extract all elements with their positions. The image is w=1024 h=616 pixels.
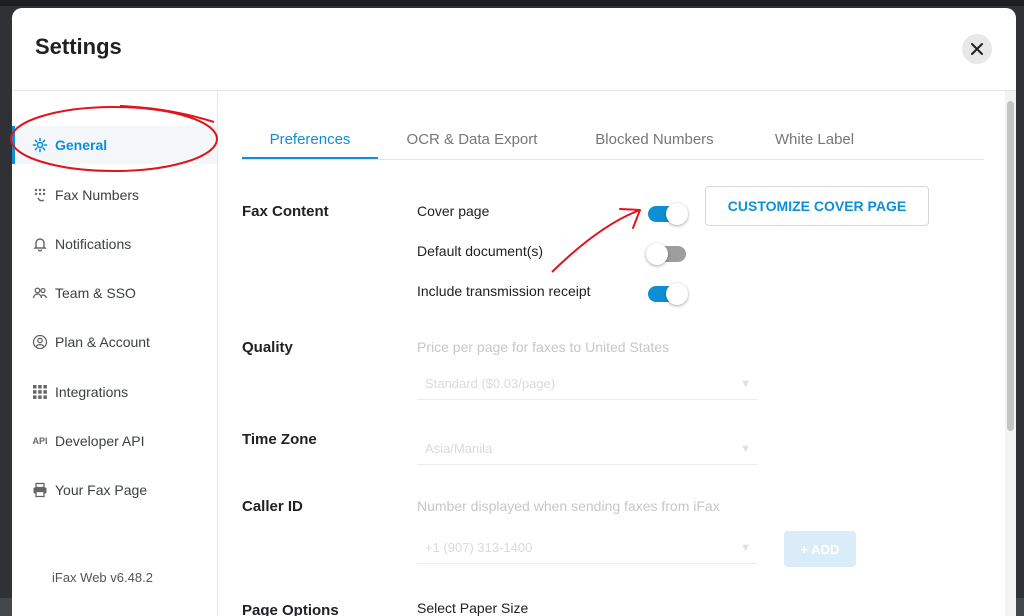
sidebar-item-label: General (55, 137, 108, 153)
toggle-knob (666, 283, 688, 305)
quality-select[interactable]: Standard ($0.03/page) ▼ (417, 368, 757, 400)
caller-id-hint: Number displayed when sending faxes from… (417, 498, 720, 514)
sidebar-item-general[interactable]: General (12, 126, 217, 164)
section-label-page-options: Page Options (242, 602, 339, 616)
fax-icon (31, 481, 49, 499)
close-icon (971, 43, 983, 55)
settings-tabs: Preferences OCR & Data Export Blocked Nu… (242, 121, 984, 160)
section-label-caller-id: Caller ID (242, 498, 303, 515)
sidebar-item-team-sso[interactable]: Team & SSO (12, 274, 217, 312)
close-button[interactable] (962, 34, 992, 64)
team-icon (31, 284, 49, 302)
transmission-receipt-toggle[interactable] (648, 283, 688, 305)
default-documents-toggle[interactable] (646, 243, 686, 265)
tab-preferences[interactable]: Preferences (242, 121, 378, 159)
tab-ocr-data-export[interactable]: OCR & Data Export (392, 121, 552, 157)
sidebar-item-label: Your Fax Page (55, 482, 148, 498)
toggle-knob (646, 243, 668, 265)
chevron-down-icon: ▼ (740, 541, 751, 554)
customize-cover-page-button[interactable]: CUSTOMIZE COVER PAGE (705, 186, 929, 226)
api-icon: API (32, 436, 48, 446)
app-version: iFax Web v6.48.2 (52, 570, 153, 585)
time-zone-select[interactable]: Asia/Manila ▼ (417, 433, 757, 465)
caller-id-select[interactable]: +1 (907) 313-1400 ▼ (417, 532, 757, 564)
section-label-fax-content: Fax Content (242, 203, 329, 220)
tab-white-label[interactable]: White Label (757, 121, 872, 157)
chevron-down-icon: ▼ (740, 442, 751, 455)
modal-title: Settings (35, 34, 122, 59)
section-label-quality: Quality (242, 339, 293, 356)
sidebar-item-integrations[interactable]: Integrations (12, 373, 217, 411)
page-options-hint: Select Paper Size (417, 600, 529, 616)
quality-select-value: Standard ($0.03/page) (425, 376, 556, 391)
toggle-knob (666, 203, 688, 225)
account-icon (31, 333, 49, 351)
scrollbar-thumb[interactable] (1007, 101, 1014, 431)
quality-hint: Price per page for faxes to United State… (417, 339, 670, 355)
time-zone-select-value: Asia/Manila (425, 441, 493, 456)
sidebar-item-label: Team & SSO (55, 285, 136, 301)
tab-blocked-numbers[interactable]: Blocked Numbers (572, 121, 737, 157)
section-label-time-zone: Time Zone (242, 431, 317, 448)
add-caller-id-button[interactable]: + ADD (784, 531, 856, 567)
option-label-default-documents: Default document(s) (417, 243, 544, 259)
chevron-down-icon: ▼ (740, 377, 751, 390)
caller-id-select-value: +1 (907) 313-1400 (425, 540, 533, 555)
background-top-bar (0, 0, 1024, 6)
phone-keypad-icon (31, 186, 49, 204)
option-label-transmission-receipt: Include transmission receipt (417, 283, 591, 299)
sidebar-item-label: Plan & Account (55, 334, 150, 350)
settings-content: Preferences OCR & Data Export Blocked Nu… (218, 91, 1004, 616)
gear-icon (31, 136, 49, 154)
bell-icon (31, 235, 49, 253)
sidebar-item-label: Notifications (55, 236, 132, 252)
sidebar-item-developer-api[interactable]: API Developer API (12, 422, 217, 460)
settings-sidebar: General Fax Numbers Notifications Team &… (12, 91, 218, 616)
modal-header: Settings (12, 8, 1016, 91)
sidebar-item-label: Developer API (55, 433, 145, 449)
sidebar-item-label: Integrations (55, 384, 129, 400)
sidebar-item-fax-numbers[interactable]: Fax Numbers (12, 176, 217, 214)
grid-icon (31, 383, 49, 401)
sidebar-item-plan-account[interactable]: Plan & Account (12, 323, 217, 361)
option-label-cover-page: Cover page (417, 203, 490, 219)
sidebar-item-label: Fax Numbers (55, 187, 140, 203)
cover-page-toggle[interactable] (648, 203, 688, 225)
sidebar-item-your-fax-page[interactable]: Your Fax Page (12, 471, 217, 509)
settings-modal: Settings General Fax Numbers Notificatio… (12, 8, 1016, 616)
sidebar-item-notifications[interactable]: Notifications (12, 225, 217, 263)
